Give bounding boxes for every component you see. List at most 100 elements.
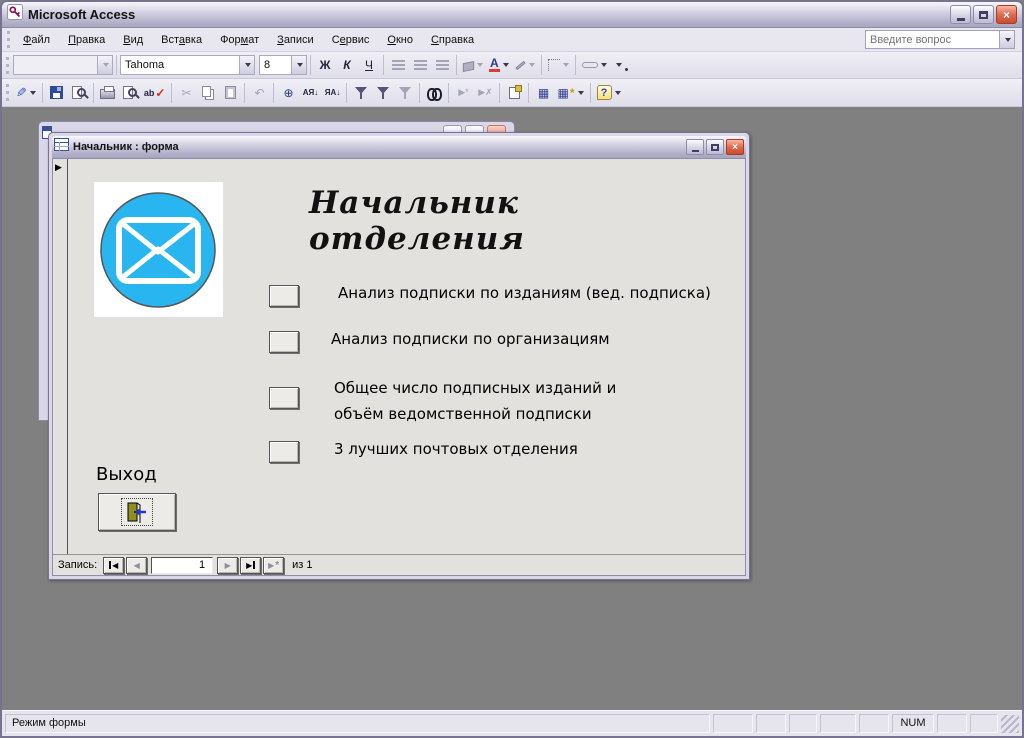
- object-select-combo[interactable]: [13, 55, 113, 75]
- toolbar-gripper[interactable]: [6, 56, 9, 74]
- report-button-top3[interactable]: [269, 441, 299, 463]
- filter-by-selection-button[interactable]: [350, 82, 372, 104]
- find-button[interactable]: [423, 82, 445, 104]
- bold-button[interactable]: Ж: [314, 54, 336, 76]
- file-search-button[interactable]: [68, 82, 90, 104]
- close-button[interactable]: ×: [996, 5, 1017, 24]
- menu-insert[interactable]: Вставка: [152, 30, 211, 50]
- separator: [116, 55, 117, 75]
- next-record-button[interactable]: ▶: [217, 556, 239, 574]
- design-view-icon: ✎: [16, 84, 27, 100]
- ask-question-combo[interactable]: [865, 30, 1015, 49]
- menu-records[interactable]: Записи: [268, 30, 323, 50]
- previous-record-button[interactable]: ◀: [126, 556, 148, 574]
- menu-tools[interactable]: Сервис: [323, 30, 379, 50]
- font-name-combo[interactable]: Tahoma: [120, 55, 255, 75]
- chevron-down-icon: [577, 90, 584, 95]
- italic-button[interactable]: К: [336, 54, 358, 76]
- separator: [41, 82, 43, 103]
- filter-by-form-button[interactable]: [372, 82, 394, 104]
- exit-door-icon: [127, 502, 146, 523]
- paste-button[interactable]: [219, 82, 241, 104]
- ask-question-dropdown[interactable]: [999, 31, 1014, 48]
- cut-button[interactable]: ✂: [175, 82, 197, 104]
- view-button[interactable]: ✎: [13, 82, 39, 104]
- toolbar-gripper[interactable]: [6, 84, 9, 101]
- object-combo-dropdown[interactable]: [97, 56, 112, 74]
- new-record-icon: ▶*: [458, 87, 469, 97]
- special-effect-button[interactable]: [579, 54, 610, 76]
- record-selector-bar[interactable]: ▶: [53, 159, 68, 554]
- line-color-icon: [514, 60, 526, 70]
- menu-edit[interactable]: Правка: [59, 30, 114, 50]
- report-label-totals: Общее число подписных изданий и объём ве…: [334, 379, 617, 423]
- close-button[interactable]: ×: [726, 139, 744, 155]
- menu-help[interactable]: Справка: [422, 30, 483, 50]
- insert-hyperlink-button[interactable]: ⊕: [277, 82, 299, 104]
- report-button-organizations[interactable]: [269, 331, 299, 353]
- menu-format[interactable]: Формат: [211, 30, 268, 50]
- record-number-input[interactable]: [151, 556, 214, 574]
- undo-icon: ↶: [254, 85, 265, 100]
- resize-grip[interactable]: [1001, 715, 1019, 733]
- border-style-button[interactable]: [545, 54, 572, 76]
- maximize-button[interactable]: [706, 139, 724, 155]
- toolbar-gripper[interactable]: [7, 31, 10, 48]
- properties-button[interactable]: [503, 82, 525, 104]
- font-color-button[interactable]: А: [486, 54, 512, 76]
- new-record-button[interactable]: ▶*: [263, 556, 285, 574]
- underline-button[interactable]: Ч: [358, 54, 380, 76]
- undo-button[interactable]: ↶: [248, 82, 270, 104]
- apply-filter-icon: [399, 87, 412, 99]
- report-button-editions[interactable]: [269, 285, 299, 307]
- next-record-icon: ▶: [224, 560, 231, 570]
- print-button[interactable]: [97, 82, 119, 104]
- align-left-button[interactable]: [387, 54, 409, 76]
- copy-button[interactable]: [197, 82, 219, 104]
- first-record-button[interactable]: ◀: [103, 556, 125, 574]
- fill-color-button[interactable]: [460, 54, 486, 76]
- print-preview-button[interactable]: [119, 82, 141, 104]
- line-color-button[interactable]: [512, 54, 538, 76]
- spelling-button[interactable]: ab ✓: [141, 82, 169, 104]
- font-combo-dropdown[interactable]: [239, 56, 254, 74]
- maximize-button[interactable]: [973, 5, 994, 24]
- new-record-button[interactable]: ▶*: [452, 82, 474, 104]
- minimize-button[interactable]: [686, 139, 704, 155]
- font-color-icon: А: [489, 56, 500, 72]
- sort-ascending-button[interactable]: АЯ↓: [299, 82, 321, 104]
- filter-form-icon: [377, 87, 390, 99]
- app-title: Microsoft Access: [28, 7, 136, 22]
- sort-descending-button[interactable]: ЯА↓: [321, 82, 343, 104]
- menu-file[interactable]: Файл: [14, 30, 59, 50]
- app-titlebar[interactable]: Microsoft Access ×: [2, 2, 1022, 28]
- exit-button[interactable]: [98, 493, 176, 531]
- maximize-icon: [711, 143, 719, 151]
- form-icon: [54, 138, 69, 156]
- filter-selection-icon: [355, 87, 368, 99]
- separator: [528, 82, 530, 103]
- apply-filter-button[interactable]: [394, 82, 416, 104]
- align-right-button[interactable]: [431, 54, 453, 76]
- new-object-icon: ▦: [557, 85, 569, 100]
- font-size-combo[interactable]: 8: [259, 55, 307, 75]
- new-object-button[interactable]: ▦ *: [554, 82, 586, 104]
- database-window-icon: ▦: [537, 85, 550, 100]
- window-controls: ×: [950, 5, 1017, 24]
- menu-window[interactable]: Окно: [378, 30, 422, 50]
- toolbar-options-button[interactable]: [610, 54, 632, 76]
- size-combo-dropdown[interactable]: [291, 56, 306, 74]
- minimize-button[interactable]: [950, 5, 971, 24]
- database-window-button[interactable]: ▦: [532, 82, 554, 104]
- separator: [448, 82, 450, 103]
- save-button[interactable]: [46, 82, 68, 104]
- help-button[interactable]: ?: [594, 82, 624, 104]
- form-window-titlebar[interactable]: Начальник : форма ×: [52, 136, 746, 158]
- report-button-totals[interactable]: [269, 387, 299, 409]
- delete-record-button[interactable]: ▶✗: [474, 82, 496, 104]
- ask-question-input[interactable]: [866, 33, 999, 46]
- align-center-button[interactable]: [409, 54, 431, 76]
- align-right-icon: [435, 59, 449, 71]
- menu-view[interactable]: Вид: [114, 30, 152, 50]
- last-record-button[interactable]: ▶: [240, 556, 262, 574]
